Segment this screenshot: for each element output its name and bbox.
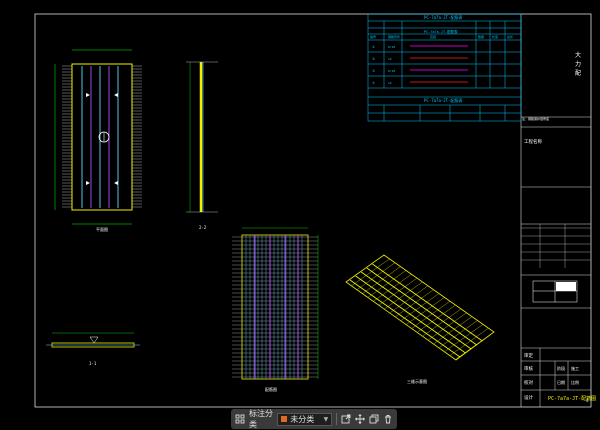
project-label: 工程名称 — [524, 138, 542, 145]
rebar-detail-label: 配筋图 — [265, 386, 277, 392]
table1-row-diam: 8/10 — [388, 69, 395, 73]
section-view: 1-1 — [46, 332, 140, 366]
table1-row-diam: 12 — [388, 57, 392, 61]
table1-header-cell: 直径 — [430, 34, 436, 39]
annotation-toolbar: 标注分类 未分类 ▼ — [231, 409, 397, 429]
plan-view: 平面图 — [54, 49, 142, 232]
table1-row-id: ① — [372, 45, 376, 49]
drawing-title: PC-7a7a-JT-配筋图 — [548, 395, 596, 402]
export-icon[interactable] — [341, 412, 351, 426]
date-label: 日期 — [557, 379, 565, 385]
tb-row-label-1: 审定 — [524, 352, 533, 359]
table1-rows: ① 8/10 ② 12 ③ 8/10 ④ 12 — [372, 45, 395, 85]
table1-subtitle: PC-7a7a-JT-配筋表 — [424, 29, 458, 34]
tb-row-label-2: 审核 — [524, 365, 533, 372]
table1-header-cell: 编号 — [370, 34, 376, 39]
tb-row-label-4: 设计 — [524, 394, 533, 401]
category-dropdown[interactable]: 未分类 ▼ — [277, 412, 333, 426]
title-block-grid — [521, 224, 591, 268]
title-char-2: 力 — [575, 60, 581, 68]
scale-label: 比例 — [571, 379, 579, 385]
layout-icon[interactable] — [235, 412, 245, 426]
table-note: 注：钢筋保护层厚度 — [522, 116, 549, 121]
table1-row-id: ② — [372, 57, 376, 61]
stage-value: 施工 — [571, 365, 579, 371]
table1-row-id: ③ — [372, 69, 376, 73]
category-color-swatch — [281, 416, 288, 422]
title-char-1: 大 — [575, 51, 581, 59]
copy-icon[interactable] — [369, 412, 379, 426]
elevation-view: 2-2 — [186, 61, 218, 230]
table2-title: PC-7a7a-JT-配筋表 — [424, 97, 463, 103]
isometric-view: 三维示意图 — [345, 254, 495, 384]
table1-title: PC-7a7a-JT-配筋表 — [424, 14, 463, 20]
isometric-label: 三维示意图 — [407, 378, 427, 384]
move-icon[interactable] — [355, 412, 365, 426]
table1-row-diam: 8/10 — [388, 45, 395, 49]
table1-row-id: ④ — [372, 81, 376, 85]
table1-header-cell: 数量 — [478, 34, 484, 39]
table1-header-cell: 长度 — [492, 34, 498, 39]
tb-row-label-3: 校对 — [524, 379, 533, 386]
table1-row-diam: 12 — [388, 81, 392, 85]
mark-category-label: 标注分类 — [249, 409, 273, 429]
title-char-3: 配 — [575, 70, 581, 77]
table1-header: 编号 钢筋形状 直径 数量 长度 总长 — [370, 34, 513, 39]
rebar-detail-view: 配筋图 — [232, 227, 319, 392]
plan-label: 平面图 — [96, 226, 108, 232]
chevron-down-icon: ▼ — [323, 415, 329, 423]
stage-label: 阶段 — [557, 365, 565, 371]
category-value: 未分类 — [290, 414, 315, 424]
table1-header-cell: 总长 — [507, 34, 513, 39]
elevation-label: 2-2 — [199, 225, 207, 230]
delete-icon[interactable] — [383, 412, 393, 426]
section-label: 1-1 — [89, 361, 97, 366]
cad-drawing-canvas[interactable]: 大 力 配 工程名称 审定 审核 校对 设计 阶段 施工 日期 比例 PC-7a… — [0, 0, 600, 430]
table1-header-cell: 钢筋形状 — [388, 34, 400, 39]
